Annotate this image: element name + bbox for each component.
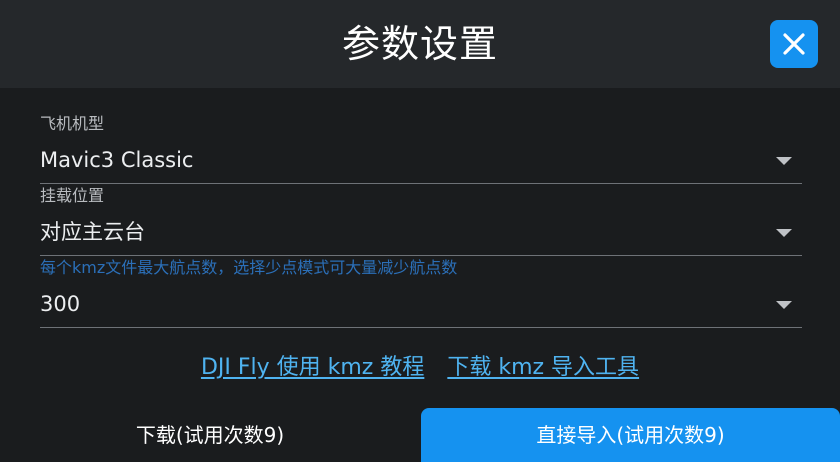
dialog-content: 飞机机型 Mavic3 Classic 挂载位置 对应主云台 每个kmz文件最大… [0, 88, 840, 462]
kmz-import-tool-download-link[interactable]: 下载 kmz 导入工具 [447, 355, 639, 380]
download-button[interactable]: 下载(试用次数9) [0, 408, 420, 462]
caret-down-icon [776, 301, 792, 309]
parameter-settings-dialog: 参数设置 飞机机型 Mavic3 Classic 挂载位置 对应主云台 每个km… [0, 0, 840, 462]
dialog-title: 参数设置 [341, 22, 498, 66]
aircraft-model-label: 飞机机型 [40, 114, 105, 133]
mount-position-value: 对应主云台 [40, 220, 145, 244]
direct-import-button[interactable]: 直接导入(试用次数9) [421, 408, 840, 462]
close-button[interactable] [770, 20, 818, 68]
kmz-tutorial-link[interactable]: DJI Fly 使用 kmz 教程 [201, 355, 424, 380]
aircraft-model-value: Mavic3 Classic [40, 148, 194, 172]
help-links: DJI Fly 使用 kmz 教程 下载 kmz 导入工具 [0, 351, 840, 385]
dialog-header: 参数设置 [0, 0, 840, 88]
close-x-icon [783, 33, 805, 55]
caret-down-icon [776, 229, 792, 237]
aircraft-model-select[interactable]: Mavic3 Classic [40, 139, 802, 184]
mount-position-select[interactable]: 对应主云台 [40, 211, 802, 256]
max-waypoints-value: 300 [40, 292, 81, 316]
max-waypoints-select[interactable]: 300 [40, 283, 802, 328]
max-waypoints-label: 每个kmz文件最大航点数，选择少点模式可大量减少航点数 [40, 258, 458, 277]
mount-position-label: 挂载位置 [40, 186, 105, 205]
caret-down-icon [776, 157, 792, 165]
